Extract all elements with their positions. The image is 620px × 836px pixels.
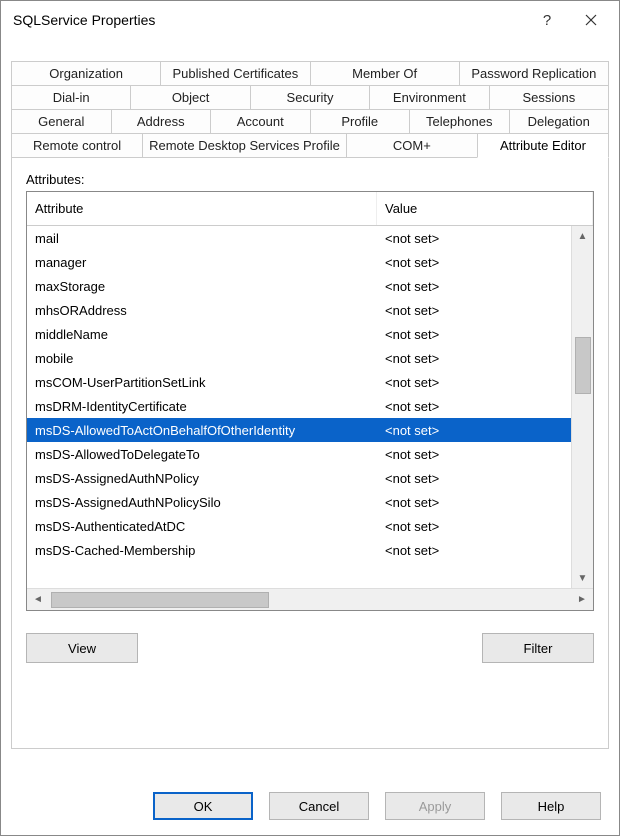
attribute-name-cell: msCOM-UserPartitionSetLink bbox=[27, 375, 377, 390]
attribute-value-cell: <not set> bbox=[377, 519, 571, 534]
table-row[interactable]: mail<not set> bbox=[27, 226, 571, 250]
hscroll-thumb[interactable] bbox=[51, 592, 269, 608]
list-header[interactable]: Attribute Value bbox=[27, 192, 593, 226]
table-row[interactable]: manager<not set> bbox=[27, 250, 571, 274]
attribute-value-cell: <not set> bbox=[377, 543, 571, 558]
table-row[interactable]: msCOM-UserPartitionSetLink<not set> bbox=[27, 370, 571, 394]
tab-sessions[interactable]: Sessions bbox=[489, 85, 609, 109]
help-button[interactable]: Help bbox=[501, 792, 601, 820]
tab-member-of[interactable]: Member Of bbox=[310, 61, 460, 85]
attribute-name-cell: msDS-AllowedToDelegateTo bbox=[27, 447, 377, 462]
table-row[interactable]: msDS-AllowedToDelegateTo<not set> bbox=[27, 442, 571, 466]
tab-password-replication[interactable]: Password Replication bbox=[459, 61, 609, 85]
dialog-window: SQLService Properties ? OrganizationPubl… bbox=[0, 0, 620, 836]
attribute-name-cell: mobile bbox=[27, 351, 377, 366]
attributes-label: Attributes: bbox=[26, 172, 594, 187]
attribute-name-cell: msDS-Cached-Membership bbox=[27, 543, 377, 558]
table-row[interactable]: maxStorage<not set> bbox=[27, 274, 571, 298]
close-icon[interactable] bbox=[569, 5, 613, 35]
cancel-button[interactable]: Cancel bbox=[269, 792, 369, 820]
attribute-value-cell: <not set> bbox=[377, 422, 571, 438]
scroll-left-icon[interactable]: ◄ bbox=[27, 589, 49, 611]
tab-profile[interactable]: Profile bbox=[310, 109, 411, 133]
attribute-value-cell: <not set> bbox=[377, 351, 571, 366]
titlebar: SQLService Properties ? bbox=[1, 1, 619, 39]
table-row[interactable]: middleName<not set> bbox=[27, 322, 571, 346]
tab-strip: OrganizationPublished CertificatesMember… bbox=[11, 61, 609, 158]
attribute-value-cell: <not set> bbox=[377, 471, 571, 486]
window-title: SQLService Properties bbox=[13, 12, 525, 28]
tab-com-[interactable]: COM+ bbox=[346, 133, 478, 158]
table-row[interactable]: msDS-AssignedAuthNPolicySilo<not set> bbox=[27, 490, 571, 514]
attribute-name-cell: msDS-AssignedAuthNPolicy bbox=[27, 471, 377, 486]
tab-published-certificates[interactable]: Published Certificates bbox=[160, 61, 310, 85]
dialog-content: OrganizationPublished CertificatesMember… bbox=[1, 39, 619, 777]
tab-organization[interactable]: Organization bbox=[11, 61, 161, 85]
tab-dial-in[interactable]: Dial-in bbox=[11, 85, 131, 109]
table-row[interactable]: msDS-AllowedToActOnBehalfOfOtherIdentity… bbox=[27, 418, 571, 442]
help-icon[interactable]: ? bbox=[525, 5, 569, 35]
tab-delegation[interactable]: Delegation bbox=[509, 109, 610, 133]
table-row[interactable]: msDS-AuthenticatedAtDC<not set> bbox=[27, 514, 571, 538]
hscroll-track[interactable] bbox=[51, 592, 569, 608]
apply-button[interactable]: Apply bbox=[385, 792, 485, 820]
attribute-name-cell: maxStorage bbox=[27, 279, 377, 294]
attribute-value-cell: <not set> bbox=[377, 375, 571, 390]
horizontal-scrollbar[interactable]: ◄ ► bbox=[27, 588, 593, 610]
attribute-value-cell: <not set> bbox=[377, 303, 571, 318]
tab-general[interactable]: General bbox=[11, 109, 112, 133]
filter-button[interactable]: Filter bbox=[482, 633, 594, 663]
attribute-name-cell: middleName bbox=[27, 327, 377, 342]
table-row[interactable]: msDRM-IdentityCertificate<not set> bbox=[27, 394, 571, 418]
vscroll-track[interactable] bbox=[575, 248, 591, 566]
attribute-value-cell: <not set> bbox=[377, 399, 571, 414]
tab-remote-control[interactable]: Remote control bbox=[11, 133, 143, 158]
attribute-name-cell: manager bbox=[27, 255, 377, 270]
attribute-name-cell: mhsORAddress bbox=[27, 303, 377, 318]
tab-remote-desktop-services-profile[interactable]: Remote Desktop Services Profile bbox=[142, 133, 347, 158]
scroll-right-icon[interactable]: ► bbox=[571, 589, 593, 611]
table-row[interactable]: mhsORAddress<not set> bbox=[27, 298, 571, 322]
tab-security[interactable]: Security bbox=[250, 85, 370, 109]
view-button[interactable]: View bbox=[26, 633, 138, 663]
ok-button[interactable]: OK bbox=[153, 792, 253, 820]
scroll-up-icon[interactable]: ▲ bbox=[572, 226, 594, 246]
attribute-name-cell: msDS-AssignedAuthNPolicySilo bbox=[27, 495, 377, 510]
attribute-value-cell: <not set> bbox=[377, 447, 571, 462]
vertical-scrollbar[interactable]: ▲ ▼ bbox=[571, 226, 593, 588]
list-button-row: View Filter bbox=[26, 633, 594, 663]
scroll-down-icon[interactable]: ▼ bbox=[572, 568, 594, 588]
attribute-value-cell: <not set> bbox=[377, 279, 571, 294]
attribute-value-cell: <not set> bbox=[377, 255, 571, 270]
column-header-attribute[interactable]: Attribute bbox=[27, 192, 377, 225]
attribute-value-cell: <not set> bbox=[377, 327, 571, 342]
vscroll-thumb[interactable] bbox=[575, 337, 591, 394]
tab-attribute-editor[interactable]: Attribute Editor bbox=[477, 133, 609, 158]
attribute-name-cell: msDS-AuthenticatedAtDC bbox=[27, 519, 377, 534]
attribute-name-cell: mail bbox=[27, 231, 377, 246]
tab-account[interactable]: Account bbox=[210, 109, 311, 133]
table-row[interactable]: msDS-Cached-Membership<not set> bbox=[27, 538, 571, 562]
attribute-list[interactable]: Attribute Value mail<not set>manager<not… bbox=[26, 191, 594, 611]
attribute-name-cell: msDRM-IdentityCertificate bbox=[27, 399, 377, 414]
column-header-value[interactable]: Value bbox=[377, 192, 593, 225]
dialog-button-row: OK Cancel Apply Help bbox=[1, 777, 619, 835]
tab-object[interactable]: Object bbox=[130, 85, 250, 109]
attribute-name-cell: msDS-AllowedToActOnBehalfOfOtherIdentity bbox=[27, 422, 377, 438]
tab-environment[interactable]: Environment bbox=[369, 85, 489, 109]
tab-page-attribute-editor: Attributes: Attribute Value mail<not set… bbox=[11, 157, 609, 749]
table-row[interactable]: mobile<not set> bbox=[27, 346, 571, 370]
attribute-value-cell: <not set> bbox=[377, 495, 571, 510]
tab-telephones[interactable]: Telephones bbox=[409, 109, 510, 133]
table-row[interactable]: msDS-AssignedAuthNPolicy<not set> bbox=[27, 466, 571, 490]
attribute-value-cell: <not set> bbox=[377, 231, 571, 246]
tab-address[interactable]: Address bbox=[111, 109, 212, 133]
list-body: mail<not set>manager<not set>maxStorage<… bbox=[27, 226, 593, 588]
